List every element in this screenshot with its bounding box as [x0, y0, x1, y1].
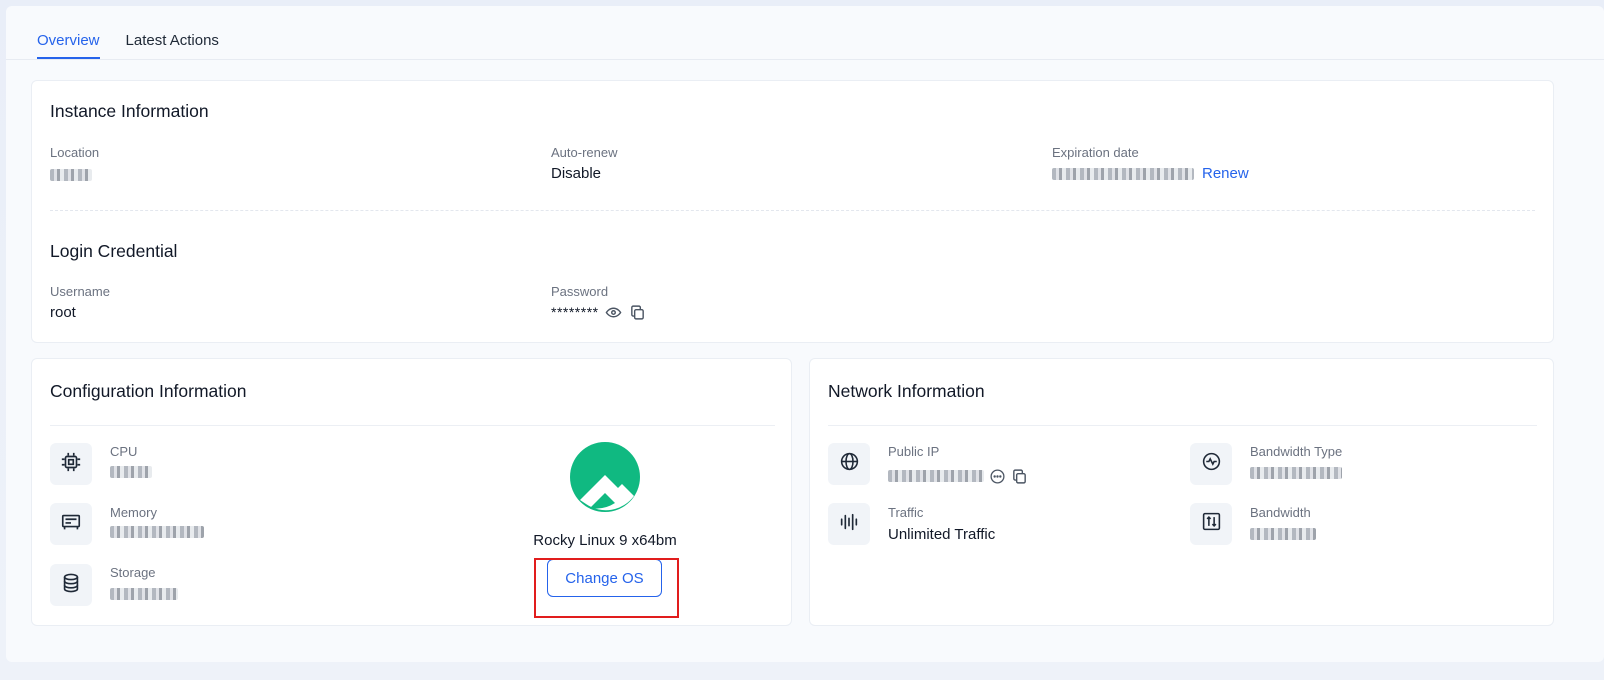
traffic-label: Traffic	[888, 505, 924, 520]
login-credential-title: Login Credential	[50, 241, 178, 261]
username-label: Username	[50, 284, 110, 299]
network-information-card: Network Information Public IP Traffic Un…	[809, 358, 1554, 626]
copy-icon[interactable]	[629, 303, 647, 321]
os-name: Rocky Linux 9 x64bm	[533, 532, 677, 549]
bandwidth-type-icon-box	[1190, 443, 1232, 485]
rocky-linux-logo	[570, 442, 640, 512]
tab-bar: Overview Latest Actions	[37, 6, 219, 59]
more-icon[interactable]	[988, 467, 1006, 485]
tab-latest-actions[interactable]: Latest Actions	[126, 32, 219, 59]
public-ip-icon-box	[828, 443, 870, 485]
database-icon	[60, 572, 82, 599]
storage-value-redacted	[110, 587, 178, 604]
memory-label: Memory	[110, 505, 157, 520]
expiration-date-label: Expiration date	[1052, 145, 1139, 160]
bandwidth-label: Bandwidth	[1250, 505, 1311, 520]
password-label: Password	[551, 284, 609, 299]
memory-icon-box	[50, 503, 92, 545]
instance-information-title: Instance Information	[50, 101, 209, 121]
traffic-icon-box	[828, 503, 870, 545]
traffic-icon	[838, 511, 860, 538]
password-value: ********	[551, 304, 599, 320]
eye-icon[interactable]	[605, 303, 623, 321]
renew-link[interactable]: Renew	[1202, 165, 1249, 182]
copy-icon[interactable]	[1010, 467, 1028, 485]
public-ip-row	[888, 467, 1028, 485]
location-value-redacted	[50, 168, 92, 185]
location-label: Location	[50, 145, 100, 160]
cpu-label: CPU	[110, 444, 138, 459]
network-information-title: Network Information	[828, 381, 985, 401]
tab-overview[interactable]: Overview	[37, 32, 100, 59]
globe-icon	[839, 451, 860, 477]
storage-icon-box	[50, 564, 92, 606]
instance-information-card: Instance Information Location Auto-renew…	[31, 80, 1554, 343]
public-ip-label: Public IP	[888, 444, 940, 459]
traffic-value: Unlimited Traffic	[888, 526, 996, 543]
bandwidth-icon	[1201, 511, 1222, 537]
cpu-icon	[60, 451, 82, 478]
memory-icon	[60, 511, 82, 538]
tabs-divider	[6, 59, 1604, 60]
config-divider	[50, 425, 775, 426]
auto-renew-label: Auto-renew	[551, 145, 618, 160]
memory-value-redacted	[110, 525, 204, 542]
cpu-value-redacted	[110, 465, 152, 482]
activity-icon	[1201, 451, 1222, 477]
bandwidth-value-redacted	[1250, 527, 1316, 544]
section-divider	[50, 210, 1535, 211]
expiration-date-value-redacted	[1052, 167, 1194, 180]
bandwidth-icon-box	[1190, 503, 1232, 545]
bandwidth-type-value-redacted	[1250, 466, 1342, 483]
storage-label: Storage	[110, 565, 156, 580]
password-row: ********	[551, 303, 647, 321]
configuration-information-title: Configuration Information	[50, 381, 247, 401]
username-value: root	[50, 304, 76, 321]
public-ip-value-redacted	[888, 470, 984, 482]
network-divider	[828, 425, 1537, 426]
auto-renew-value: Disable	[551, 165, 602, 182]
change-os-button[interactable]: Change OS	[547, 559, 662, 597]
cpu-icon-box	[50, 443, 92, 485]
bandwidth-type-label: Bandwidth Type	[1250, 444, 1343, 459]
configuration-information-card: Configuration Information CPU Memory Sto…	[31, 358, 792, 626]
expiration-date-row: Renew	[1052, 165, 1249, 182]
